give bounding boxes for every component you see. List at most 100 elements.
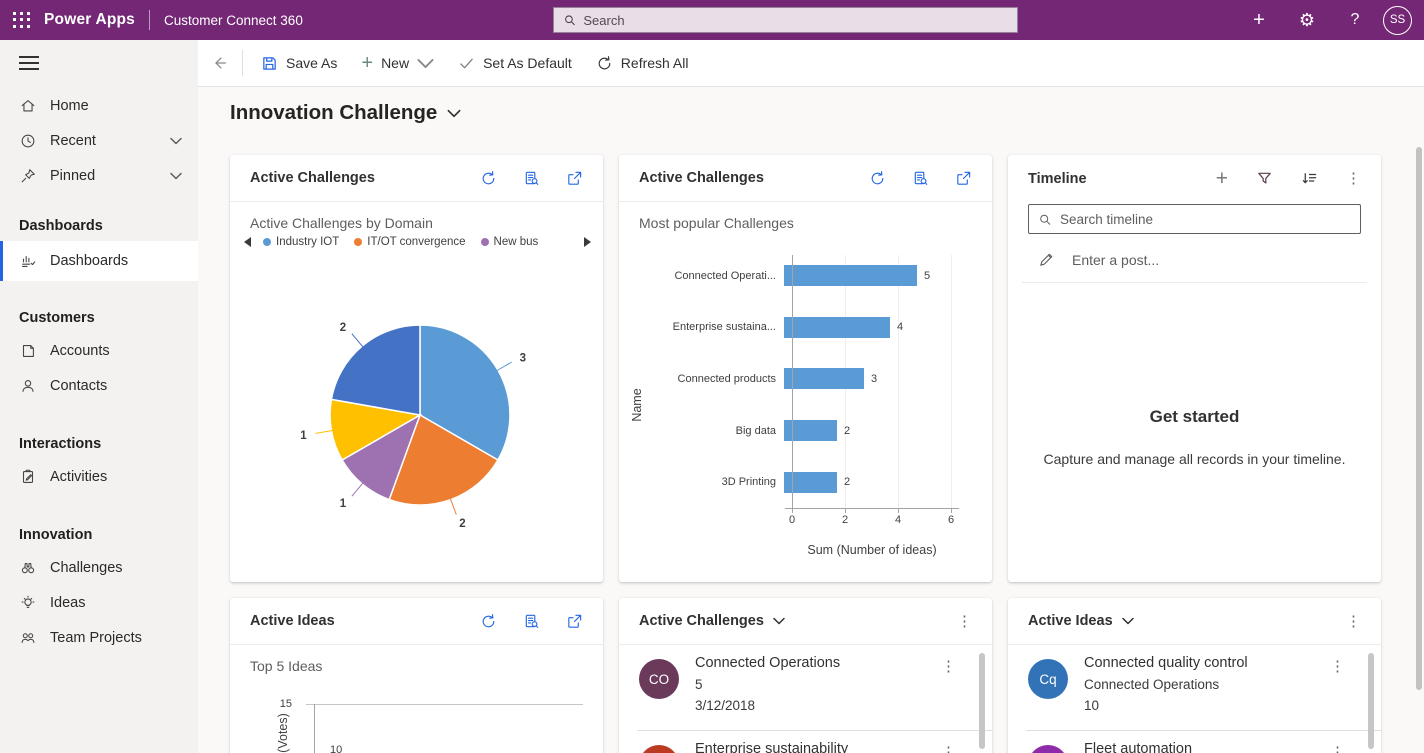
view-records-icon[interactable]	[523, 170, 540, 187]
clipboard-icon	[19, 468, 37, 486]
more-commands-icon[interactable]: ⋮	[1346, 614, 1361, 629]
pie-legend: Industry IOT IT/OT convergence New bus	[244, 236, 591, 248]
sidebar-group-interactions: Interactions	[0, 429, 198, 459]
sidebar-item-pinned[interactable]: Pinned	[0, 158, 198, 193]
row-more-icon[interactable]: ⋮	[1330, 745, 1345, 753]
legend-dot	[263, 238, 271, 246]
pie-label-line	[316, 431, 333, 434]
card-title: Active Ideas	[250, 613, 480, 629]
refresh-icon	[596, 55, 613, 72]
chevron-down-icon[interactable]	[170, 172, 182, 180]
sidebar-item-contacts[interactable]: Contacts	[0, 368, 198, 403]
card-scrollbar[interactable]	[979, 653, 985, 749]
record-title[interactable]: Enterprise sustainability	[695, 739, 848, 753]
sidebar-item-recent[interactable]: Recent	[0, 123, 198, 158]
bar[interactable]	[784, 317, 890, 338]
command-bar-divider	[242, 50, 243, 76]
save-as-button[interactable]: Save As	[249, 46, 349, 80]
legend-dot	[481, 238, 489, 246]
chevron-down-icon[interactable]	[170, 137, 182, 145]
global-search-input[interactable]	[583, 13, 1008, 28]
set-as-default-button[interactable]: Set As Default	[446, 46, 584, 80]
bar-row: Enterprise sustaina... 4	[619, 302, 992, 354]
timeline-empty-state: Get started Capture and manage all recor…	[1008, 407, 1381, 467]
page-title: Innovation Challenge	[230, 101, 437, 125]
app-name[interactable]: Power Apps	[44, 11, 135, 29]
waffle-icon[interactable]	[13, 12, 30, 29]
expand-icon[interactable]	[955, 170, 972, 187]
timeline-search-input[interactable]	[1060, 212, 1351, 227]
record-title[interactable]: Connected quality control	[1084, 653, 1248, 674]
filter-icon[interactable]	[1256, 170, 1273, 187]
row-more-icon[interactable]: ⋮	[1330, 659, 1345, 674]
bar[interactable]	[784, 368, 864, 389]
card-active-challenges-list: Active Challenges ⋮ CO Connected Operati…	[619, 598, 992, 753]
refresh-icon[interactable]	[480, 170, 497, 187]
dashboard-selector[interactable]: Innovation Challenge	[230, 101, 461, 125]
site-map-sidebar: Home Recent Pinned Dashboards Dashboards…	[0, 40, 198, 753]
sidebar-item-ideas[interactable]: Ideas	[0, 585, 198, 620]
gear-icon[interactable]: ⚙	[1283, 0, 1331, 40]
card-active-ideas-chart: Active Ideas Top 5 Ideas 15 (Votes) 10	[230, 598, 603, 753]
new-button[interactable]: + New	[349, 46, 446, 80]
card-title: Timeline	[1028, 171, 1216, 187]
x-axis-label: Sum (Number of ideas)	[737, 543, 992, 557]
record-title[interactable]: Fleet automation	[1084, 739, 1219, 753]
enter-post-field[interactable]: Enter a post...	[1038, 251, 1361, 268]
record-avatar: Cq	[1028, 659, 1068, 699]
command-bar: Save As + New Set As Default Refresh All	[198, 40, 1424, 87]
row-more-icon[interactable]: ⋮	[941, 745, 956, 753]
sidebar-item-activities[interactable]: Activities	[0, 459, 198, 494]
sidebar-item-home[interactable]: Home	[0, 88, 198, 123]
sidebar-item-accounts[interactable]: Accounts	[0, 333, 198, 368]
list-item[interactable]: Cq Connected quality control Connected O…	[1008, 645, 1381, 730]
expand-icon[interactable]	[566, 170, 583, 187]
x-tick: 6	[939, 514, 963, 526]
sidebar-item-challenges[interactable]: Challenges	[0, 550, 198, 585]
card-scrollbar[interactable]	[1368, 653, 1374, 749]
list-item[interactable]: CO Connected Operations 5 3/12/2018 ⋮	[619, 645, 992, 730]
pie-slice-value: 1	[340, 498, 347, 510]
pie-slice[interactable]	[331, 325, 420, 415]
sidebar-group-innovation: Innovation	[0, 520, 198, 550]
expand-icon[interactable]	[566, 613, 583, 630]
card-timeline: Timeline + ⋮ Enter a post... Get started	[1008, 155, 1381, 582]
legend-next-icon[interactable]	[584, 237, 591, 247]
chart-title: Most popular Challenges	[639, 215, 972, 231]
record-title[interactable]: Connected Operations	[695, 653, 840, 674]
sort-icon[interactable]	[1301, 170, 1318, 187]
back-arrow-icon	[211, 54, 229, 72]
check-icon	[458, 55, 475, 72]
row-more-icon[interactable]: ⋮	[941, 659, 956, 674]
card-title[interactable]: Active Ideas	[1028, 613, 1346, 629]
sidebar-item-team-projects[interactable]: Team Projects	[0, 620, 198, 655]
legend-prev-icon[interactable]	[244, 237, 251, 247]
help-icon[interactable]: ?	[1331, 0, 1379, 40]
record-field: Connected Operations	[1084, 674, 1248, 695]
add-timeline-record-icon[interactable]: +	[1216, 168, 1228, 189]
more-commands-icon[interactable]: ⋮	[957, 614, 972, 629]
list-item[interactable]: F Fleet automation Connected Operations …	[1008, 731, 1381, 753]
refresh-icon[interactable]	[869, 170, 886, 187]
x-axis-line	[785, 508, 959, 509]
list-item[interactable]: E Enterprise sustainability 4 ⋮	[619, 731, 992, 753]
refresh-all-button[interactable]: Refresh All	[584, 46, 701, 80]
hamburger-icon[interactable]	[19, 56, 39, 70]
more-commands-icon[interactable]: ⋮	[1346, 171, 1361, 186]
bar[interactable]	[784, 265, 917, 286]
page-scrollbar[interactable]	[1416, 147, 1422, 690]
add-icon[interactable]: +	[1235, 0, 1283, 40]
pie-label-line	[352, 334, 363, 347]
bar-value-label: 10	[330, 744, 342, 753]
sidebar-item-dashboards[interactable]: Dashboards	[0, 241, 198, 281]
pie-slice-value: 1	[300, 430, 307, 442]
environment-name[interactable]: Customer Connect 360	[164, 13, 303, 28]
view-records-icon[interactable]	[912, 170, 929, 187]
timeline-search-box[interactable]	[1028, 204, 1361, 234]
back-button[interactable]	[198, 54, 242, 72]
refresh-icon[interactable]	[480, 613, 497, 630]
avatar[interactable]: SS	[1383, 6, 1412, 35]
global-search-box[interactable]	[553, 7, 1018, 33]
card-title[interactable]: Active Challenges	[639, 613, 957, 629]
view-records-icon[interactable]	[523, 613, 540, 630]
